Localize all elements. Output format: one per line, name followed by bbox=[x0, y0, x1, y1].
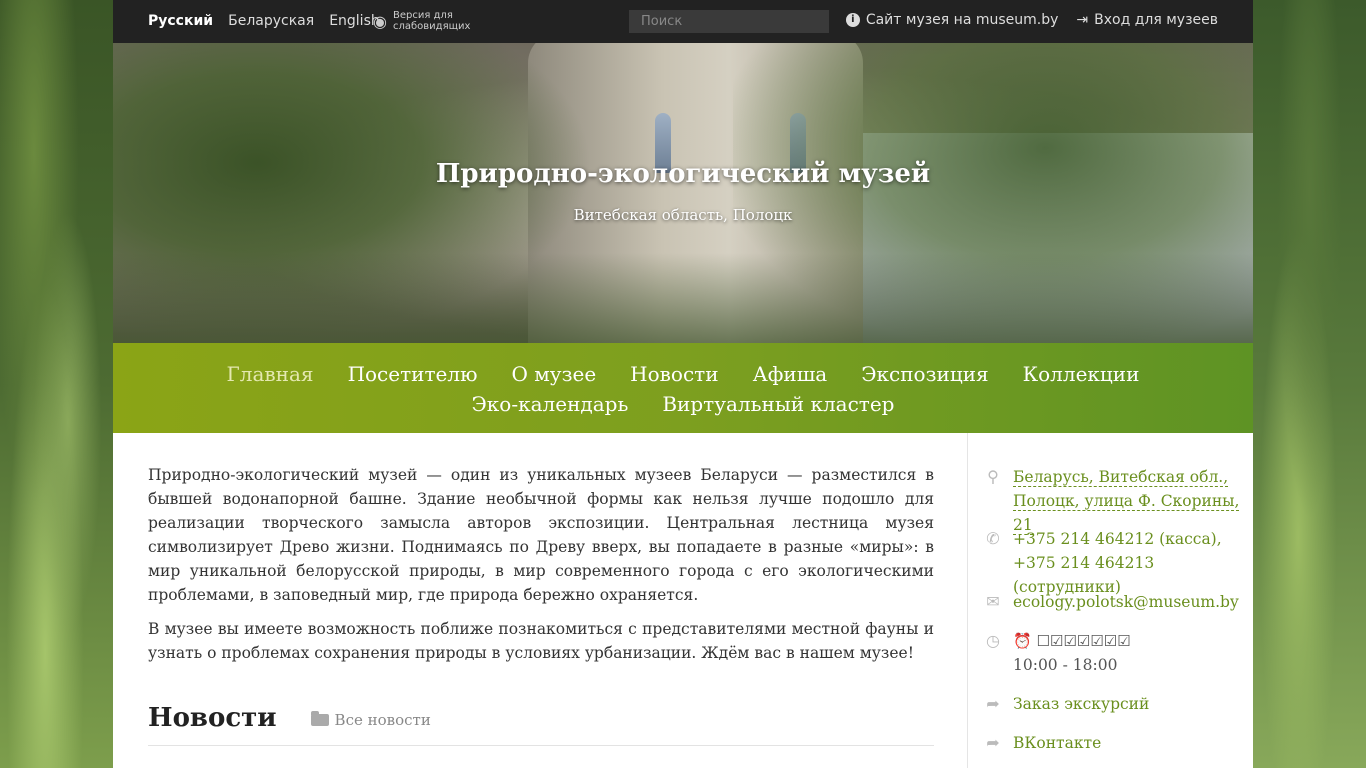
clock-icon: ◷ bbox=[986, 631, 1000, 650]
intro-paragraph: Природно-экологический музей — один из у… bbox=[148, 466, 934, 604]
nav-visitor[interactable]: Посетителю bbox=[348, 359, 478, 389]
main-nav: Главная Посетителю О музее Новости Афиша… bbox=[113, 343, 1253, 433]
phone-link-1[interactable]: +375 214 464212 (касса), bbox=[1013, 530, 1222, 548]
share-arrow-icon: ➦ bbox=[986, 733, 1000, 752]
museum-login-label: Вход для музеев bbox=[1094, 12, 1218, 28]
nav-news[interactable]: Новости bbox=[630, 359, 718, 389]
phone-row: ✆ +375 214 464212 (касса), +375 214 4642… bbox=[985, 527, 1254, 599]
info-icon: i bbox=[845, 13, 860, 27]
email-row: ✉ ecology.polotsk@museum.by bbox=[985, 590, 1239, 614]
main-text: Природно-экологический музей — один из у… bbox=[148, 463, 934, 675]
address-line-1: Беларусь, Витебская обл., bbox=[1013, 468, 1229, 487]
low-vision-label: Версия для слабовидящих bbox=[392, 10, 471, 32]
excursion-row: ➦ Заказ экскурсий bbox=[985, 692, 1149, 716]
hero-foliage-bottom bbox=[113, 253, 1253, 343]
museum-login-link[interactable]: ⇥ Вход для музеев bbox=[1076, 12, 1218, 28]
excursion-link[interactable]: Заказ экскурсий bbox=[1013, 692, 1149, 716]
vk-row: ➦ ВКонтакте bbox=[985, 731, 1101, 755]
news-header: Новости Все новости bbox=[148, 703, 934, 746]
news-title: Новости bbox=[148, 703, 277, 733]
schedule-days: ⏰ ☐☑☑☑☑☑☑ bbox=[1013, 632, 1131, 650]
content-area: Природно-экологический музей — один из у… bbox=[113, 433, 1253, 768]
nav-virtual-cluster[interactable]: Виртуальный кластер bbox=[662, 389, 894, 419]
nav-row-2: Эко-календарь Виртуальный кластер bbox=[113, 389, 1253, 419]
top-links: i Сайт музея на museum.by ⇥ Вход для муз… bbox=[845, 12, 1218, 28]
museum-location: Витебская область, Полоцк bbox=[573, 206, 793, 224]
envelope-icon: ✉ bbox=[986, 592, 1000, 611]
vk-link[interactable]: ВКонтакте bbox=[1013, 731, 1101, 755]
background-foliage-left bbox=[0, 0, 113, 768]
share-arrow-icon: ➦ bbox=[986, 694, 1000, 713]
search-input[interactable] bbox=[629, 10, 829, 33]
lang-belarusian[interactable]: Беларуская bbox=[228, 13, 314, 29]
low-vision-link[interactable]: ◉ Версия для слабовидящих bbox=[373, 10, 478, 32]
nav-events[interactable]: Афиша bbox=[753, 359, 828, 389]
eye-icon: ◉ bbox=[373, 11, 387, 31]
folder-icon bbox=[310, 711, 329, 726]
email-link[interactable]: ecology.polotsk@museum.by bbox=[1013, 590, 1239, 614]
hero-banner: Природно-экологический музей Витебская о… bbox=[113, 43, 1253, 343]
contact-sidebar: ⚲ Беларусь, Витебская обл., Полоцк, улиц… bbox=[967, 433, 1254, 768]
login-icon: ⇥ bbox=[1076, 12, 1089, 28]
phone-icon: ✆ bbox=[986, 529, 1000, 548]
nav-about[interactable]: О музее bbox=[512, 359, 597, 389]
top-bar: Русский Беларуская English ◉ Версия для … bbox=[113, 0, 1253, 43]
nav-collections[interactable]: Коллекции bbox=[1023, 359, 1140, 389]
background-foliage-right bbox=[1253, 0, 1366, 768]
nav-exposition[interactable]: Экспозиция bbox=[861, 359, 988, 389]
nav-home[interactable]: Главная bbox=[227, 359, 314, 389]
lang-russian[interactable]: Русский bbox=[148, 13, 213, 29]
intro-paragraph: В музее вы имеете возможность поближе по… bbox=[148, 620, 934, 662]
all-news-label: Все новости bbox=[334, 711, 431, 729]
museum-site-label: Сайт музея на museum.by bbox=[865, 12, 1059, 28]
schedule-hours: 10:00 - 18:00 bbox=[1013, 656, 1118, 674]
museum-site-link[interactable]: i Сайт музея на museum.by bbox=[845, 12, 1059, 28]
nav-eco-calendar[interactable]: Эко-календарь bbox=[472, 389, 629, 419]
language-switcher: Русский Беларуская English bbox=[148, 13, 380, 29]
all-news-link[interactable]: Все новости bbox=[310, 711, 431, 729]
museum-title: Природно-экологический музей bbox=[435, 159, 931, 189]
page-container: Русский Беларуская English ◉ Версия для … bbox=[113, 0, 1253, 768]
nav-row-1: Главная Посетителю О музее Новости Афиша… bbox=[113, 359, 1253, 389]
schedule-row: ◷ ⏰ ☐☑☑☑☑☑☑ 10:00 - 18:00 bbox=[985, 629, 1131, 677]
